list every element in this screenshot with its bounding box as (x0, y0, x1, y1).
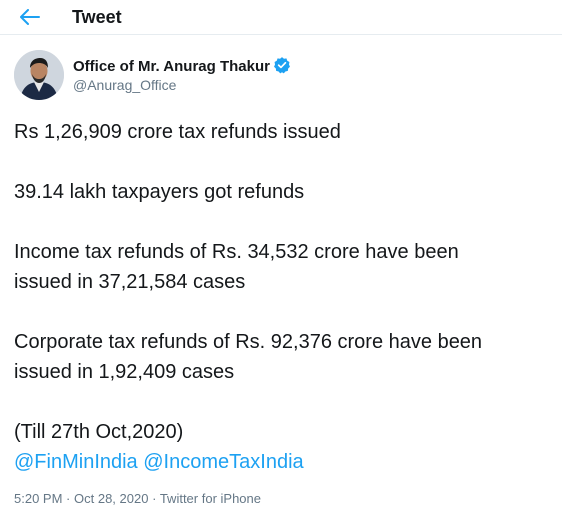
arrow-left-icon (20, 9, 40, 25)
author-handle[interactable]: @Anurag_Office (73, 76, 176, 94)
tweet-line: issued in 37,21,584 cases (14, 271, 246, 293)
tweet-meta: 5:20 PM · Oct 28, 2020 · Twitter for iPh… (14, 490, 261, 508)
mentions-line: @FinMinIndia @IncomeTaxIndia (14, 447, 554, 477)
avatar[interactable] (14, 50, 64, 100)
tweet-line: 39.14 lakh taxpayers got refunds (14, 181, 305, 203)
tweet-time[interactable]: 5:20 PM (14, 491, 62, 506)
tweet-date[interactable]: Oct 28, 2020 (74, 491, 148, 506)
tweet-header: Tweet (0, 0, 562, 35)
tweet-author: Office of Mr. Anurag Thakur @Anurag_Offi… (14, 50, 554, 104)
author-name[interactable]: Office of Mr. Anurag Thakur (73, 56, 291, 76)
tweet-line: Income tax refunds of Rs. 34,532 crore h… (14, 241, 459, 263)
tweet-line: issued in 1,92,409 cases (14, 361, 235, 383)
mention-finminindia-link[interactable]: @FinMinIndia (14, 451, 138, 473)
separator: · (66, 491, 71, 506)
tweet-text: Rs 1,26,909 crore tax refunds issued 39.… (14, 117, 554, 477)
back-button[interactable] (14, 4, 46, 30)
tweet-line: Rs 1,26,909 crore tax refunds issued (14, 121, 341, 143)
verified-badge-icon (274, 57, 290, 74)
page-title: Tweet (72, 7, 122, 27)
tweet-source[interactable]: Twitter for iPhone (160, 491, 261, 506)
separator: · (152, 491, 157, 506)
mention-incometaxindia-link[interactable]: @IncomeTaxIndia (143, 451, 303, 473)
tweet-line: (Till 27th Oct,2020) (14, 421, 184, 443)
tweet-line: Corporate tax refunds of Rs. 92,376 cror… (14, 331, 483, 353)
